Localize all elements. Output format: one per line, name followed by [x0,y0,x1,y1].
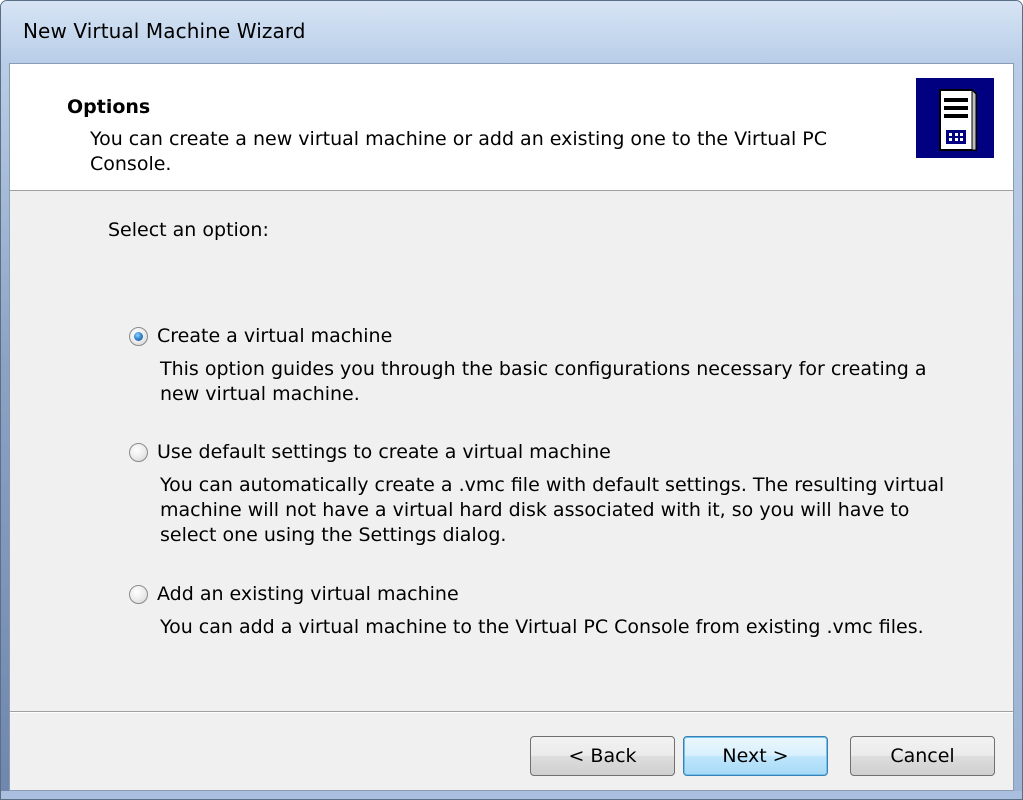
window-frame-left [1,63,9,799]
wizard-header: Options You can create a new virtual mac… [10,64,1013,191]
radio-add-existing[interactable] [129,584,148,604]
radio-default-settings[interactable] [129,442,148,462]
back-button[interactable]: < Back [530,736,675,776]
window-title: New Virtual Machine Wizard [23,19,306,43]
title-bar[interactable]: New Virtual Machine Wizard [1,1,1022,63]
wizard-client-area: Options You can create a new virtual mac… [9,63,1014,791]
window-frame-bottom [1,791,1022,799]
option-default-settings-label[interactable]: Use default settings to create a virtual… [157,441,611,463]
window-frame-right [1014,63,1022,799]
option-add-existing-description: You can add a virtual machine to the Vir… [160,616,924,638]
option-default-settings: Use default settings to create a virtual… [129,439,970,548]
select-option-label: Select an option: [108,219,269,241]
option-add-existing-row[interactable]: Add an existing virtual machine [129,581,970,607]
option-create-vm-description: This option guides you through the basic… [160,358,927,405]
page-description: You can create a new virtual machine or … [90,128,828,175]
option-default-settings-description: You can automatically create a .vmc file… [160,474,945,546]
radio-create-vm[interactable] [129,326,148,346]
page-title: Options [67,96,151,118]
options-panel: Select an option: Create a virtual machi… [10,191,1013,711]
next-button[interactable]: Next > [683,736,828,776]
option-add-existing-label[interactable]: Add an existing virtual machine [157,583,459,605]
wizard-window: New Virtual Machine Wizard Options You c… [0,0,1023,800]
server-tower-icon [916,78,994,158]
footer-separator [10,711,1013,713]
option-create-vm: Create a virtual machine This option gui… [129,323,970,407]
option-default-settings-row[interactable]: Use default settings to create a virtual… [129,439,970,465]
option-add-existing: Add an existing virtual machine You can … [129,581,970,640]
option-create-vm-label[interactable]: Create a virtual machine [157,325,392,347]
cancel-button[interactable]: Cancel [850,736,995,776]
option-create-vm-row[interactable]: Create a virtual machine [129,323,970,349]
